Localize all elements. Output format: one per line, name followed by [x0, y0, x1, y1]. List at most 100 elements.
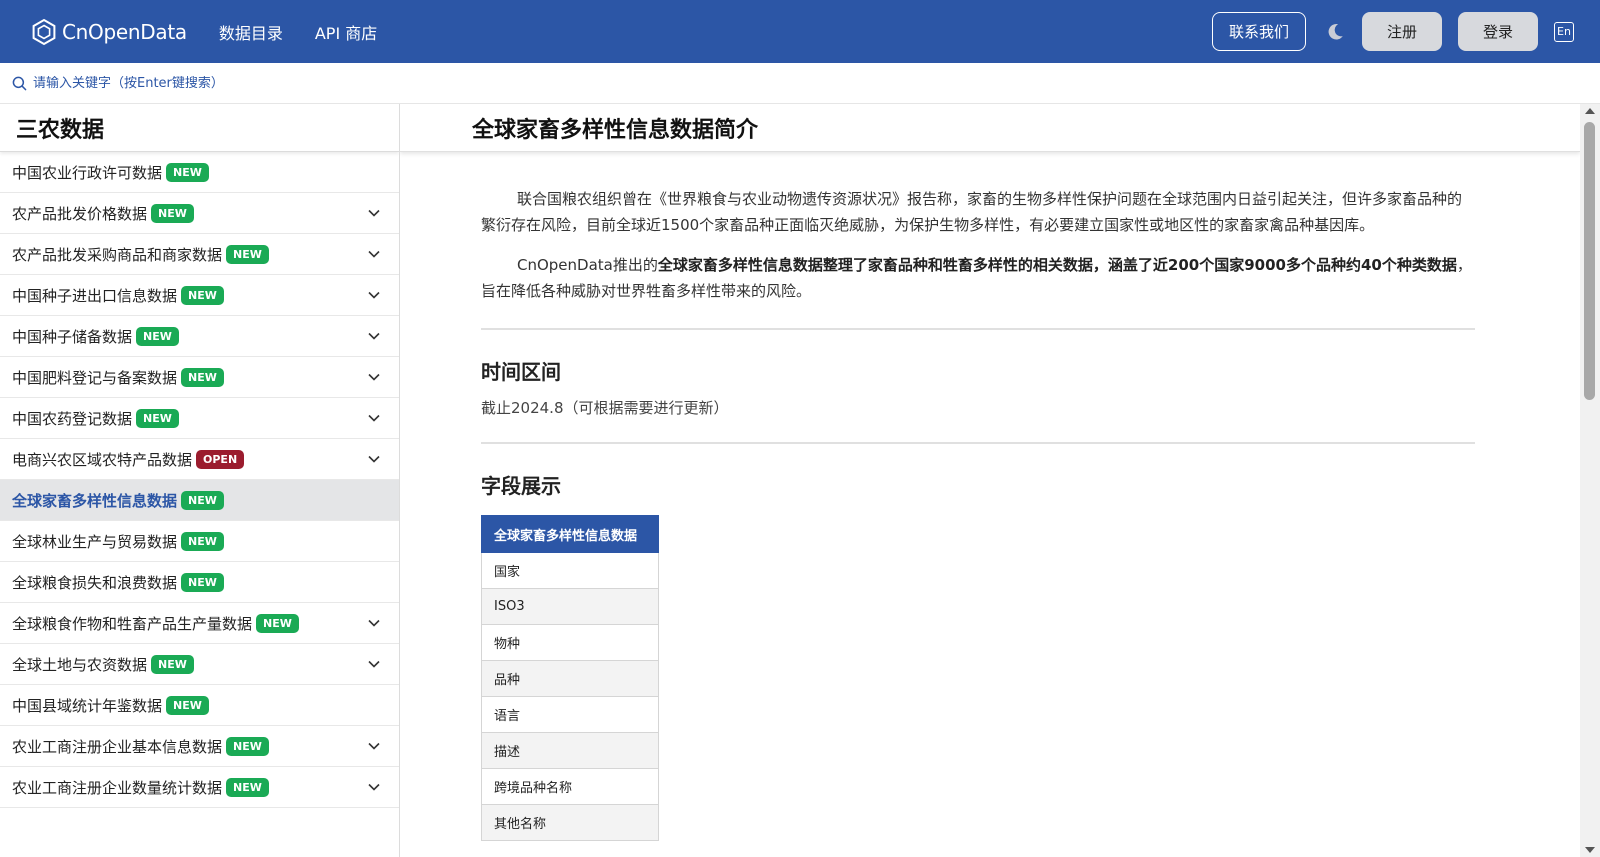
hexagon-logo-icon — [32, 18, 56, 45]
status-badge: NEW — [166, 162, 209, 182]
sidebar-item[interactable]: 全球土地与农资数据 NEW — [0, 644, 399, 685]
sidebar-item[interactable]: 全球家畜多样性信息数据 NEW — [0, 480, 399, 521]
chevron-down-icon[interactable] — [367, 452, 381, 466]
search-bar — [0, 63, 1600, 104]
sidebar-item[interactable]: 中国县域统计年鉴数据 NEW — [0, 685, 399, 726]
sidebar-item[interactable]: 中国农药登记数据 NEW — [0, 398, 399, 439]
sidebar-item-label: 农产品批发采购商品和商家数据 — [12, 245, 223, 264]
field-name-cell: 品种 — [481, 660, 659, 697]
chevron-down-icon[interactable] — [367, 411, 381, 425]
sidebar-item[interactable]: 中国农业行政许可数据 NEW — [0, 152, 399, 193]
chevron-down-icon[interactable] — [367, 370, 381, 384]
chevron-down-icon[interactable] — [367, 288, 381, 302]
content-body: 联合国粮农组织曾在《世界粮食与农业动物遗传资源状况》报告称，家畜的生物多样性保护… — [400, 186, 1580, 841]
table-row: ISO3 — [481, 588, 659, 625]
divider — [481, 442, 1475, 444]
sidebar-item-label: 中国县域统计年鉴数据 — [12, 696, 163, 715]
sidebar-item[interactable]: 农产品批发价格数据 NEW — [0, 193, 399, 234]
sidebar-item-label: 全球家畜多样性信息数据 — [12, 491, 178, 510]
field-name-cell: 其他名称 — [481, 804, 659, 841]
sidebar-item-label: 中国种子储备数据 — [12, 327, 133, 346]
moon-icon[interactable] — [1324, 21, 1346, 43]
sidebar-list: 中国农业行政许可数据 NEW 农产品批发价格数据 NEW 农产品批发采购商品和商家数据 N… — [0, 152, 399, 808]
status-badge: NEW — [181, 490, 224, 510]
sidebar-item[interactable]: 电商兴农区域农特产品数据 OPEN — [0, 439, 399, 480]
field-name-cell: 语言 — [481, 696, 659, 733]
sidebar-item[interactable]: 全球粮食损失和浪费数据 NEW — [0, 562, 399, 603]
chevron-down-icon[interactable] — [367, 780, 381, 794]
chevron-down-icon[interactable] — [367, 247, 381, 261]
table-row: 其他名称 — [481, 804, 659, 841]
sidebar-item[interactable]: 中国种子储备数据 NEW — [0, 316, 399, 357]
sidebar-title: 三农数据 — [0, 104, 399, 152]
sidebar-item-label: 电商兴农区域农特产品数据 — [12, 450, 193, 469]
sidebar-item[interactable]: 农业工商注册企业基本信息数据 NEW — [0, 726, 399, 767]
description-prefix: CnOpenData推出的 — [517, 256, 658, 274]
sidebar: 三农数据 中国农业行政许可数据 NEW 农产品批发价格数据 NEW 农产品批发采购商品和… — [0, 104, 400, 857]
top-navbar: CnOpenData 数据目录 API 商店 联系我们 注册 登录 En — [0, 0, 1600, 63]
sidebar-item-label: 中国农业行政许可数据 — [12, 163, 163, 182]
sidebar-item-label: 中国种子进出口信息数据 — [12, 286, 178, 305]
description-paragraph: CnOpenData推出的全球家畜多样性信息数据整理了家畜品种和牲畜多样性的相关… — [481, 252, 1475, 304]
status-badge: NEW — [151, 654, 194, 674]
intro-paragraph: 联合国粮农组织曾在《世界粮食与农业动物遗传资源状况》报告称，家畜的生物多样性保护… — [481, 190, 1463, 234]
table-row: 国家 — [481, 552, 659, 589]
sidebar-item-label: 中国农药登记数据 — [12, 409, 133, 428]
search-icon — [12, 76, 27, 90]
status-badge: OPEN — [196, 449, 245, 469]
page-title: 全球家畜多样性信息数据简介 — [400, 104, 1580, 152]
fields-table: 全球家畜多样性信息数据 国家 ISO3 物种 品种 语言 描述 跨境品种名称 其他名称 — [481, 515, 659, 841]
scroll-up-arrow-icon[interactable] — [1585, 108, 1595, 114]
time-range-text: 截止2024.8（可根据需要进行更新） — [481, 399, 729, 417]
sidebar-item-label: 全球粮食损失和浪费数据 — [12, 573, 178, 592]
contact-us-button[interactable]: 联系我们 — [1211, 12, 1306, 51]
search-input[interactable] — [33, 75, 433, 91]
table-row: 物种 — [481, 624, 659, 661]
table-row: 描述 — [481, 732, 659, 769]
status-badge: NEW — [226, 244, 269, 264]
chevron-down-icon[interactable] — [367, 206, 381, 220]
sidebar-item[interactable]: 中国肥料登记与备案数据 NEW — [0, 357, 399, 398]
status-badge: NEW — [181, 367, 224, 387]
sidebar-item-label: 农业工商注册企业数量统计数据 — [12, 778, 223, 797]
time-range-title: 时间区间 — [481, 360, 561, 384]
fields-title: 字段展示 — [481, 474, 561, 498]
field-name-cell: 国家 — [481, 552, 659, 589]
sidebar-item[interactable]: 中国种子进出口信息数据 NEW — [0, 275, 399, 316]
status-badge: NEW — [151, 203, 194, 223]
sidebar-item[interactable]: 农产品批发采购商品和商家数据 NEW — [0, 234, 399, 275]
sidebar-item[interactable]: 全球粮食作物和牲畜产品生产量数据 NEW — [0, 603, 399, 644]
chevron-down-icon[interactable] — [367, 657, 381, 671]
sidebar-item[interactable]: 全球林业生产与贸易数据 NEW — [0, 521, 399, 562]
scroll-down-arrow-icon[interactable] — [1585, 847, 1595, 853]
chevron-down-icon[interactable] — [367, 739, 381, 753]
login-button[interactable]: 登录 — [1458, 12, 1538, 51]
chevron-down-icon[interactable] — [367, 329, 381, 343]
nav-data-catalog[interactable]: 数据目录 — [219, 20, 283, 44]
logo-text: CnOpenData — [62, 19, 187, 44]
status-badge: NEW — [181, 572, 224, 592]
language-toggle[interactable]: En — [1554, 21, 1574, 42]
status-badge: NEW — [256, 613, 299, 633]
nav-api-store[interactable]: API 商店 — [315, 20, 377, 44]
page-scrollbar[interactable] — [1580, 104, 1600, 857]
sidebar-item-label: 全球土地与农资数据 — [12, 655, 148, 674]
sidebar-item-label: 中国肥料登记与备案数据 — [12, 368, 178, 387]
sidebar-item-label: 全球粮食作物和牲畜产品生产量数据 — [12, 614, 253, 633]
status-badge: NEW — [136, 408, 179, 428]
status-badge: NEW — [166, 695, 209, 715]
status-badge: NEW — [226, 777, 269, 797]
main-content: 全球家畜多样性信息数据简介 联合国粮农组织曾在《世界粮食与农业动物遗传资源状况》… — [400, 104, 1580, 857]
fields-table-header: 全球家畜多样性信息数据 — [481, 515, 659, 553]
table-row: 跨境品种名称 — [481, 768, 659, 805]
scroll-thumb[interactable] — [1584, 122, 1595, 400]
logo[interactable]: CnOpenData — [30, 18, 187, 46]
sidebar-item[interactable]: 农业工商注册企业数量统计数据 NEW — [0, 767, 399, 808]
field-name-cell: 物种 — [481, 624, 659, 661]
table-row: 语言 — [481, 696, 659, 733]
chevron-down-icon[interactable] — [367, 616, 381, 630]
register-button[interactable]: 注册 — [1362, 12, 1442, 51]
description-highlight: 全球家畜多样性信息数据整理了家畜品种和牲畜多样性的相关数据，涵盖了近200个国家… — [657, 256, 1457, 274]
sidebar-item-label: 全球林业生产与贸易数据 — [12, 532, 178, 551]
status-badge: NEW — [181, 285, 224, 305]
